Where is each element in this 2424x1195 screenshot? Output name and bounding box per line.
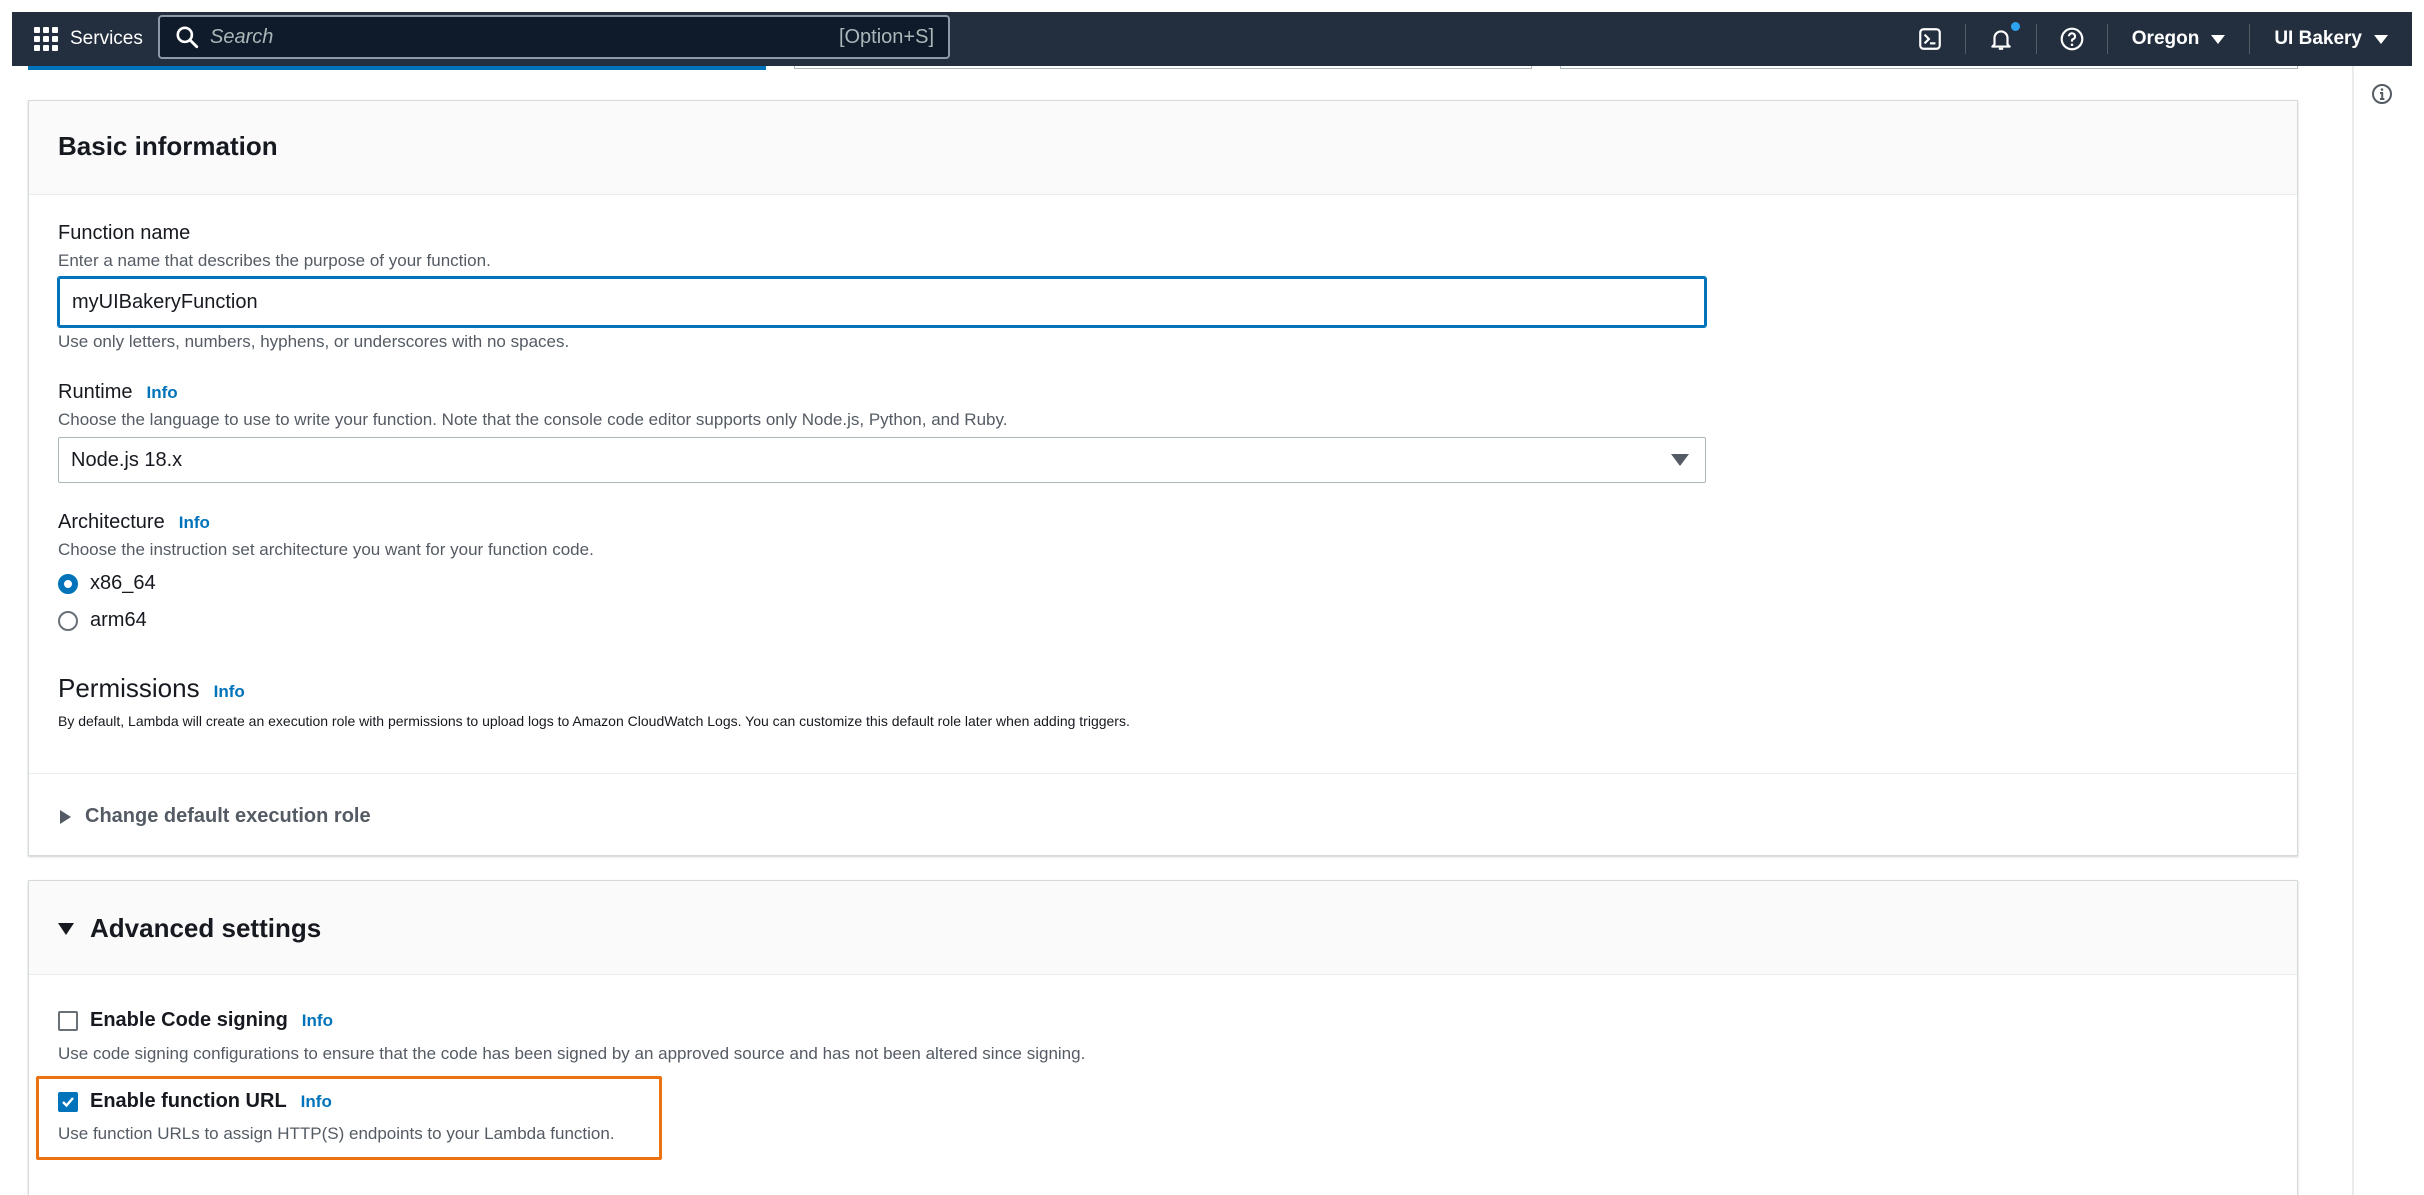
runtime-info-link[interactable]: Info — [146, 383, 177, 403]
option-tile-edge[interactable] — [1560, 66, 2298, 69]
nav-separator — [1964, 24, 1966, 54]
architecture-label-row: Architecture Info — [58, 511, 210, 534]
code-signing-info-link[interactable]: Info — [302, 1011, 333, 1031]
architecture-info-link[interactable]: Info — [179, 513, 210, 533]
permissions-info-link[interactable]: Info — [214, 682, 245, 702]
cloudshell-icon[interactable] — [1917, 26, 1943, 52]
notification-dot — [2010, 22, 2020, 31]
search-bar[interactable]: [Option+S] — [158, 15, 950, 59]
permissions-description: By default, Lambda will create an execut… — [58, 713, 1130, 729]
account-menu[interactable]: UI Bakery — [2250, 28, 2412, 50]
bell-icon[interactable] — [1988, 22, 2020, 52]
runtime-label-row: Runtime Info — [58, 381, 178, 404]
search-shortcut: [Option+S] — [838, 25, 934, 48]
search-icon — [174, 24, 200, 50]
function-name-description: Enter a name that describes the purpose … — [58, 251, 491, 270]
code-signing-checkbox[interactable] — [58, 1010, 78, 1031]
nav-right-group: Oregon UI Bakery — [1895, 12, 2412, 66]
permissions-label: Permissions — [58, 673, 200, 703]
runtime-label: Runtime — [58, 381, 133, 403]
tools-rail — [2352, 66, 2354, 1195]
panel-header: Basic information — [29, 101, 2297, 195]
panel-header: Advanced settings — [29, 881, 2297, 975]
services-label: Services — [70, 28, 143, 49]
nav-separator — [2035, 24, 2037, 54]
architecture-label: Architecture — [58, 511, 165, 533]
region-label: Oregon — [2131, 28, 2200, 49]
function-name-input[interactable] — [57, 276, 1707, 328]
code-signing-row: Enable Code signing Info — [58, 1009, 333, 1032]
caret-down-icon — [58, 922, 74, 935]
radio-x86-selected[interactable] — [58, 573, 78, 594]
search-input[interactable] — [210, 25, 839, 49]
architecture-description: Choose the instruction set architecture … — [58, 540, 594, 559]
radio-arm64[interactable] — [58, 610, 78, 631]
runtime-select[interactable]: Node.js 18.x — [58, 437, 1706, 483]
change-execution-role-expander[interactable]: Change default execution role — [60, 805, 371, 828]
change-role-label: Change default execution role — [85, 805, 371, 827]
option-tile-edge[interactable] — [794, 66, 1532, 69]
function-name-label: Function name — [58, 222, 191, 244]
divider — [29, 773, 2297, 774]
caret-down-icon — [2374, 34, 2388, 44]
caret-right-icon — [60, 809, 71, 824]
region-menu[interactable]: Oregon — [2108, 28, 2250, 50]
runtime-selected-value: Node.js 18.x — [71, 448, 183, 471]
basic-information-panel: Basic information Function name Enter a … — [28, 100, 2298, 856]
highlight-annotation — [36, 1076, 662, 1160]
selected-option-tile-edge[interactable] — [28, 66, 766, 70]
function-name-constraint: Use only letters, numbers, hyphens, or u… — [58, 332, 570, 351]
services-menu[interactable]: Services — [34, 27, 143, 51]
caret-down-icon — [1671, 454, 1689, 466]
panel-title: Basic information — [58, 131, 278, 161]
grid-icon — [34, 27, 58, 51]
info-circle-icon[interactable] — [2370, 82, 2394, 106]
advanced-settings-toggle[interactable]: Advanced settings — [58, 913, 321, 944]
code-signing-description: Use code signing configurations to ensur… — [58, 1044, 1086, 1063]
caret-down-icon — [2211, 34, 2226, 44]
radio-label: x86_64 — [90, 572, 156, 594]
architecture-option-x86[interactable]: x86_64 — [58, 572, 156, 595]
account-label: UI Bakery — [2274, 28, 2362, 49]
help-icon[interactable] — [2059, 26, 2085, 52]
runtime-description: Choose the language to use to write your… — [58, 410, 1008, 429]
code-signing-label: Enable Code signing — [90, 1009, 288, 1031]
top-navigation: Services [Option+S] Oregon UI Bakery — [12, 12, 2412, 66]
permissions-label-row: Permissions Info — [58, 673, 245, 704]
radio-label: arm64 — [90, 609, 147, 631]
architecture-option-arm64[interactable]: arm64 — [58, 609, 147, 632]
panel-title: Advanced settings — [90, 913, 322, 943]
